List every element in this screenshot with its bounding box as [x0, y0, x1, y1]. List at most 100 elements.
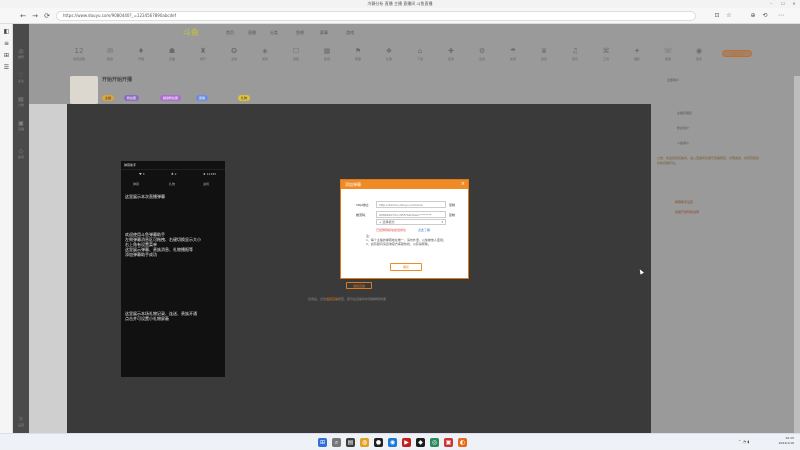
- screenshot-icon[interactable]: ⊡: [712, 11, 722, 21]
- url-input[interactable]: https://www.douyu.com/9080440?_=12345678…: [56, 11, 696, 21]
- top-nav-item[interactable]: ♦ 开播: [128, 46, 154, 61]
- taskbar-app-icon[interactable]: ⌕: [332, 438, 341, 447]
- taskbar-app-icon[interactable]: ◆: [416, 438, 425, 447]
- menu-category[interactable]: 分类: [270, 30, 278, 36]
- top-nav-item[interactable]: ♫ 音乐: [562, 46, 588, 61]
- taskbar-app-icon[interactable]: ▶: [402, 438, 411, 447]
- nav-item-label: 更多: [695, 57, 702, 61]
- back-icon[interactable]: ←: [18, 11, 28, 21]
- favorite-icon[interactable]: ☆: [724, 11, 734, 21]
- mode-select[interactable]: + 选择模式 ▾: [376, 219, 446, 225]
- sidebar-apps-icon[interactable]: ⊞: [2, 52, 11, 61]
- notice-link[interactable]: 弹幕助手设置: [675, 200, 693, 204]
- top-nav-item[interactable]: ☏ 客服: [655, 46, 681, 61]
- stream-key-field[interactable]: 9080440?d=c95f7a0c6aec********: [376, 211, 446, 218]
- start-stream-button[interactable]: 发起直播: [346, 282, 372, 289]
- copy-http-button[interactable]: 复制: [449, 203, 455, 207]
- tab-enter[interactable]: 进场: [203, 182, 209, 186]
- top-nav-item[interactable]: ⌘ 工具: [593, 46, 619, 61]
- maximize-button[interactable]: ☐: [778, 0, 788, 8]
- top-nav-item[interactable]: ✚ 任务: [438, 46, 464, 61]
- taskbar-app-icon[interactable]: ◐: [458, 438, 467, 447]
- top-nav-item[interactable]: ◉ 更多: [686, 46, 712, 61]
- reload-icon[interactable]: ⟳: [42, 11, 52, 21]
- side-nav-fishbar[interactable]: ◇ 鱼吧: [13, 148, 29, 159]
- tag-super-fans[interactable]: 超级粉丝团: [160, 95, 182, 101]
- menu-live[interactable]: 直播: [248, 30, 256, 36]
- nav-item-icon: ◉: [695, 47, 703, 55]
- top-nav-item[interactable]: ♜ 排行: [190, 46, 216, 61]
- clock[interactable]: 10:15 2024/1/16: [779, 436, 794, 446]
- side-nav-live[interactable]: ▣ 直播: [13, 120, 29, 131]
- sidebar-menu-icon[interactable]: ☰: [2, 64, 11, 73]
- taskbar-app-icon[interactable]: ⊞: [318, 438, 327, 447]
- more-icon[interactable]: ⋯: [776, 11, 786, 21]
- taskbar-app-icon[interactable]: ◍: [360, 438, 369, 447]
- user-row[interactable]: 粉丝用户: [677, 126, 689, 130]
- site-logo[interactable]: 斗鱼: [183, 27, 199, 38]
- extension-icon[interactable]: ⊕: [748, 11, 758, 21]
- helper-note: 完成后，点击发起直播按钮，即可在直播间中观看弹幕效果: [308, 297, 387, 301]
- history-icon[interactable]: ⟲: [760, 11, 770, 21]
- close-window-button[interactable]: ✕: [789, 0, 799, 8]
- side-nav-recommend[interactable]: ◎ 推荐: [13, 48, 29, 59]
- menu-home[interactable]: 首页: [226, 30, 234, 36]
- taskbar-app-icon[interactable]: ▣: [444, 438, 453, 447]
- top-nav-item[interactable]: ☂ 充值: [500, 46, 526, 61]
- confirm-button[interactable]: 确定: [390, 263, 422, 271]
- top-nav-item[interactable]: 12 免费领取: [66, 46, 92, 61]
- sidebar-panel-icon[interactable]: ◧: [2, 28, 11, 37]
- danmu-widget[interactable]: 弹幕助手 ♥ 3 ♣ 2 ♠ 12345 弹幕 礼物 进场 这里展示本次直播弹幕…: [121, 161, 225, 377]
- top-nav-item[interactable]: ⚑ 赛事: [345, 46, 371, 61]
- top-nav-item[interactable]: ⌂ 下载: [407, 46, 433, 61]
- user-list-header[interactable]: 全部用户: [667, 78, 679, 82]
- page-scrollbar[interactable]: [794, 76, 800, 433]
- http-address-field[interactable]: http://danmu.douyu.com/live: [376, 201, 446, 208]
- nav-item-label: 设置: [478, 57, 485, 61]
- copy-key-button[interactable]: 复制: [449, 213, 455, 217]
- top-nav-item[interactable]: ♛ 会员: [531, 46, 557, 61]
- side-nav-follow[interactable]: ♡ 关注: [13, 72, 29, 83]
- close-icon[interactable]: ×: [461, 180, 465, 189]
- menu-games[interactable]: 游戏: [346, 30, 354, 36]
- menu-events[interactable]: 赛事: [320, 30, 328, 36]
- top-nav-item[interactable]: ✪ 活动: [221, 46, 247, 61]
- user-row[interactable]: 主播管理员: [677, 111, 692, 115]
- top-nav-item[interactable]: ❖ 礼物: [376, 46, 402, 61]
- notice-link[interactable]: 贵族开通特权说明: [675, 210, 699, 214]
- nav-item-icon: 12: [74, 47, 84, 55]
- forward-icon[interactable]: →: [30, 11, 40, 21]
- taskbar-app-icon[interactable]: ◎: [430, 438, 439, 447]
- avatar[interactable]: [70, 76, 98, 104]
- top-nav-item[interactable]: ☗ 直播: [159, 46, 185, 61]
- nav-item-label: 活动: [230, 57, 237, 61]
- side-nav-settings[interactable]: ☼ 设置: [13, 416, 29, 427]
- learn-more-link[interactable]: 点此了解: [418, 228, 430, 232]
- taskbar-app-icon[interactable]: ◉: [388, 438, 397, 447]
- top-nav-item[interactable]: ✦ 福利: [624, 46, 650, 61]
- tag-fans[interactable]: 粉丝团: [124, 95, 140, 101]
- taskbar-app-icon[interactable]: ●: [374, 438, 383, 447]
- tag-host[interactable]: 主播: [102, 95, 115, 101]
- top-nav-item[interactable]: ✉ 我的: [97, 46, 123, 61]
- stream-settings-button[interactable]: 开播设置: [722, 50, 752, 57]
- top-nav-item[interactable]: ⚙ 设置: [469, 46, 495, 61]
- widget-title: 弹幕助手: [121, 161, 225, 170]
- user-row[interactable]: 斗鱼用户: [677, 141, 689, 145]
- tag-gift[interactable]: 礼物: [238, 95, 251, 101]
- top-nav-item[interactable]: ▦ 鱼吧: [314, 46, 340, 61]
- taskbar-app-icon[interactable]: ▤: [346, 438, 355, 447]
- tab-danmu[interactable]: 弹幕: [133, 182, 139, 186]
- sidebar-list-icon[interactable]: ≡: [2, 40, 11, 49]
- nav-item-label: 排行: [199, 57, 206, 61]
- status-message: 已经弹幕模块加载成功: [376, 228, 407, 232]
- tag-noble[interactable]: 贵族: [196, 95, 209, 101]
- tab-gift[interactable]: 礼物: [169, 182, 175, 186]
- system-tray[interactable]: ⌃ ◔ ◖: [738, 439, 750, 444]
- side-nav-category[interactable]: ▤ 分类: [13, 96, 29, 107]
- top-nav-item[interactable]: ◈ 游戏: [252, 46, 278, 61]
- menu-fishbar[interactable]: 鱼吧: [296, 30, 304, 36]
- top-nav-item[interactable]: ☐ 视频: [283, 46, 309, 61]
- room-notice: 公告：欢迎来到直播间，进入直播间请遵守直播规范，文明发言，共同营造良好的直播环境…: [657, 156, 760, 165]
- minimize-button[interactable]: –: [766, 0, 776, 8]
